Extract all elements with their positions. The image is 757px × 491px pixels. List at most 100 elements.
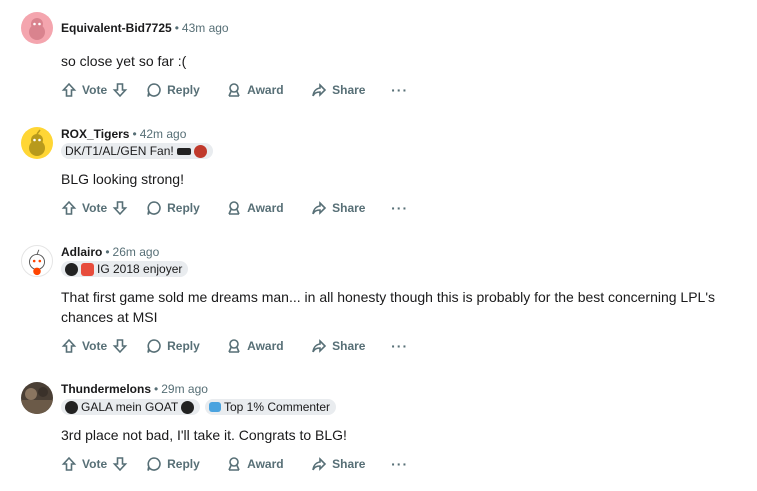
team-logo-icon <box>181 400 195 414</box>
avatar[interactable] <box>21 245 53 277</box>
arrow-down-icon[interactable] <box>112 456 128 472</box>
team-logo-icon <box>193 144 207 158</box>
username[interactable]: Thundermelons <box>61 382 151 396</box>
arrow-up-icon[interactable] <box>61 200 77 216</box>
arrow-down-icon[interactable] <box>112 338 128 354</box>
reply-button[interactable]: Reply <box>146 456 226 472</box>
award-label: Award <box>247 339 284 353</box>
share-button[interactable]: Share <box>311 82 391 98</box>
award-label: Award <box>247 457 284 471</box>
reply-label: Reply <box>167 201 200 215</box>
avatar[interactable] <box>21 382 53 414</box>
arrow-up-icon[interactable] <box>61 456 77 472</box>
share-button[interactable]: Share <box>311 338 391 354</box>
timestamp[interactable]: 26m ago <box>113 245 160 259</box>
award-icon <box>228 457 240 471</box>
team-logo-icon <box>65 400 78 414</box>
award-icon <box>228 339 240 353</box>
avatar[interactable] <box>21 127 53 159</box>
share-label: Share <box>332 339 366 353</box>
separator-dot: • <box>105 245 110 259</box>
award-button[interactable]: Award <box>226 200 311 216</box>
comment-header: Equivalent-Bid7725 • 43m ago <box>61 21 229 35</box>
vote-group: Vote <box>61 456 128 472</box>
more-options-button[interactable]: ··· <box>391 456 408 472</box>
top-commenter-badge: Top 1% Commenter <box>205 399 337 415</box>
reply-label: Reply <box>167 457 200 471</box>
flair-text: DK/T1/AL/GEN Fan! <box>65 144 174 158</box>
speech-bubble-icon <box>147 83 161 97</box>
timestamp[interactable]: 42m ago <box>140 127 187 141</box>
comment-actions: Vote Reply Award Share ··· <box>61 80 408 100</box>
comment-actions: Vote Reply Award Share ··· <box>61 198 408 218</box>
vote-group: Vote <box>61 338 128 354</box>
share-arrow-icon <box>312 83 327 97</box>
award-button[interactable]: Award <box>226 338 311 354</box>
speech-bubble-icon <box>147 457 161 471</box>
vote-group: Vote <box>61 200 128 216</box>
award-button[interactable]: Award <box>226 82 311 98</box>
username[interactable]: Equivalent-Bid7725 <box>61 21 172 35</box>
share-arrow-icon <box>312 457 327 471</box>
vote-label: Vote <box>82 201 108 215</box>
user-flair: DK/T1/AL/GEN Fan! <box>61 143 213 159</box>
arrow-down-icon[interactable] <box>112 82 128 98</box>
comment-body: BLG looking strong! <box>61 171 184 187</box>
ellipsis-icon: ··· <box>391 456 409 472</box>
comment-body: 3rd place not bad, I'll take it. Congrat… <box>61 427 347 443</box>
comment-body: That first game sold me dreams man... in… <box>61 289 716 325</box>
top-commenter-icon <box>209 402 221 412</box>
vote-label: Vote <box>82 339 108 353</box>
timestamp[interactable]: 43m ago <box>182 21 229 35</box>
arrow-down-icon[interactable] <box>112 200 128 216</box>
reply-button[interactable]: Reply <box>146 82 226 98</box>
comment-header: Adlairo • 26m ago <box>61 245 159 259</box>
ellipsis-icon: ··· <box>391 200 409 216</box>
share-arrow-icon <box>312 201 327 215</box>
comment-body: so close yet so far :( <box>61 53 187 69</box>
share-label: Share <box>332 457 366 471</box>
badge-text: Top 1% Commenter <box>224 400 331 414</box>
separator-dot: • <box>132 127 137 141</box>
user-flair: GALA mein GOAT <box>61 399 201 415</box>
timestamp[interactable]: 29m ago <box>161 382 208 396</box>
comment-actions: Vote Reply Award Share ··· <box>61 336 408 356</box>
separator-dot: • <box>154 382 159 396</box>
team-logo-icon <box>176 147 191 155</box>
reply-button[interactable]: Reply <box>146 338 226 354</box>
award-label: Award <box>247 83 284 97</box>
reply-button[interactable]: Reply <box>146 200 226 216</box>
avatar[interactable] <box>21 12 53 44</box>
ellipsis-icon: ··· <box>391 82 409 98</box>
separator-dot: • <box>174 21 179 35</box>
reply-label: Reply <box>167 339 200 353</box>
comment-header: Thundermelons • 29m ago <box>61 382 208 396</box>
arrow-up-icon[interactable] <box>61 82 77 98</box>
flair-text: GALA mein GOAT <box>81 400 179 414</box>
comment-header: ROX_Tigers • 42m ago <box>61 127 186 141</box>
vote-group: Vote <box>61 82 128 98</box>
speech-bubble-icon <box>147 201 161 215</box>
award-button[interactable]: Award <box>226 456 311 472</box>
award-label: Award <box>247 201 284 215</box>
share-arrow-icon <box>312 339 327 353</box>
more-options-button[interactable]: ··· <box>391 82 408 98</box>
username[interactable]: ROX_Tigers <box>61 127 129 141</box>
flair-text: IG 2018 enjoyer <box>97 262 183 276</box>
comment-actions: Vote Reply Award Share ··· <box>61 454 408 474</box>
vote-label: Vote <box>82 457 108 471</box>
arrow-up-icon[interactable] <box>61 338 77 354</box>
reply-label: Reply <box>167 83 200 97</box>
ellipsis-icon: ··· <box>391 338 409 354</box>
award-icon <box>228 83 240 97</box>
vote-label: Vote <box>82 83 108 97</box>
more-options-button[interactable]: ··· <box>391 200 408 216</box>
award-icon <box>228 201 240 215</box>
user-flair: IG 2018 enjoyer <box>61 261 189 277</box>
share-button[interactable]: Share <box>311 456 391 472</box>
share-button[interactable]: Share <box>311 200 391 216</box>
speech-bubble-icon <box>147 339 161 353</box>
more-options-button[interactable]: ··· <box>391 338 408 354</box>
username[interactable]: Adlairo <box>61 245 102 259</box>
ig-logo-icon <box>65 262 78 276</box>
